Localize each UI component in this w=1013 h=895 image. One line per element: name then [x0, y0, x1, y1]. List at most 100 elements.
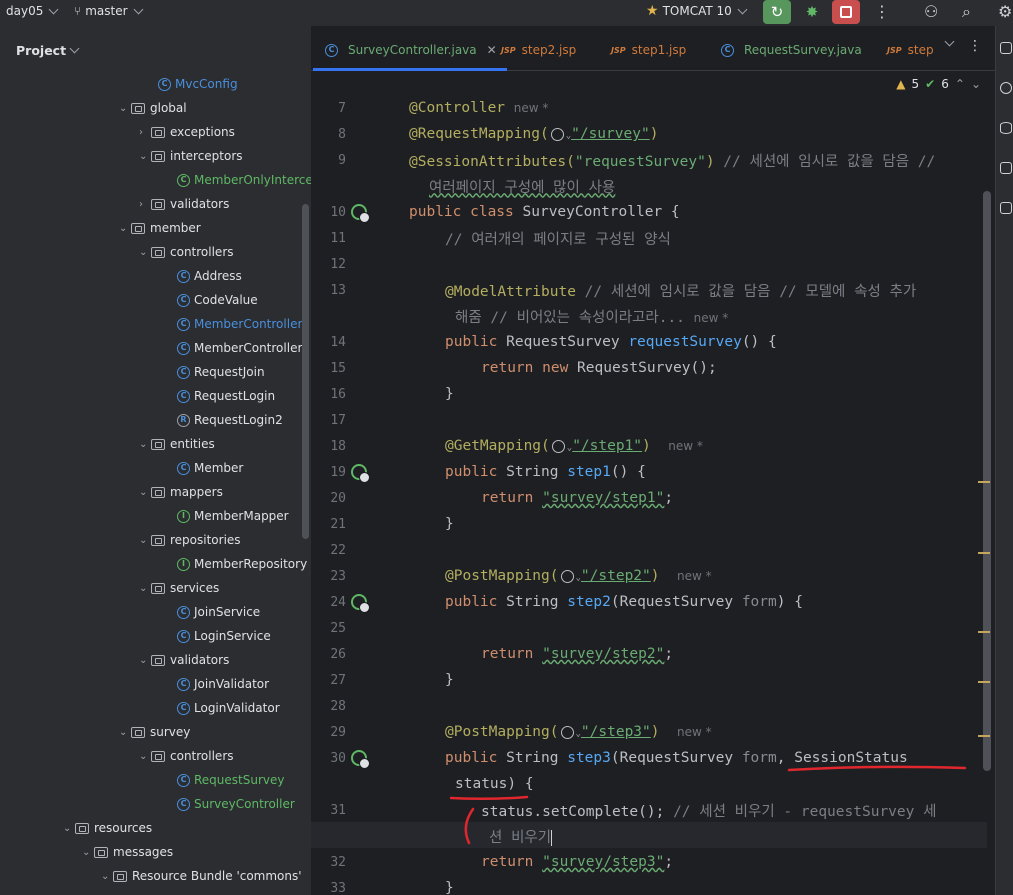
- tree-item[interactable]: C RequestLogin: [177, 384, 275, 408]
- chevron-down-icon[interactable]: ⌄: [139, 655, 151, 666]
- chevron-down-icon[interactable]: ⌄: [139, 439, 151, 450]
- chevron-right-icon[interactable]: ›: [139, 127, 151, 138]
- project-scrollbar[interactable]: [302, 204, 309, 539]
- tree-item[interactable]: ⌄ messages: [82, 840, 173, 864]
- tree-item[interactable]: ⌄ entities: [139, 432, 215, 456]
- tree-item[interactable]: ⌄ repositories: [139, 528, 241, 552]
- tab-step2[interactable]: JSP step2.jsp: [501, 39, 576, 61]
- line-number: 7: [338, 100, 346, 116]
- warning-stripe[interactable]: [978, 552, 990, 554]
- chevron-down-icon[interactable]: ⌄: [139, 751, 151, 762]
- code-editor[interactable]: ▲ 5 ✔ 6 ⌃ ⌄ 7 @Controller new * 8 @Request…: [311, 71, 995, 895]
- search-icon[interactable]: ⌕: [962, 2, 971, 22]
- tree-item[interactable]: C JoinService: [177, 600, 260, 624]
- tree-item[interactable]: ⌄ validators: [139, 648, 229, 672]
- chevron-down-icon[interactable]: ⌄: [63, 823, 75, 834]
- endpoint-gutter-icon[interactable]: [351, 464, 370, 483]
- chevron-down-icon[interactable]: ⌄: [971, 77, 981, 91]
- tree-item[interactable]: ⌄ global: [119, 96, 187, 120]
- gradle-icon[interactable]: [1000, 82, 1012, 94]
- tree-item[interactable]: ⌄ controllers: [139, 240, 234, 264]
- tree-item[interactable]: C MemberOnlyIntercept: [177, 168, 311, 192]
- tree-item[interactable]: I MemberRepository: [177, 552, 307, 576]
- tree-item[interactable]: C MemberController2: [177, 336, 310, 360]
- spring-bean-gutter-icon[interactable]: [351, 204, 370, 223]
- chevron-down-icon[interactable]: ⌄: [139, 151, 151, 162]
- endpoint-gutter-icon[interactable]: [351, 750, 370, 769]
- warning-stripe[interactable]: [978, 735, 990, 737]
- tree-item[interactable]: C CodeValue: [177, 288, 258, 312]
- notifications-icon[interactable]: [1000, 42, 1012, 54]
- tree-item[interactable]: ⌄ member: [119, 216, 201, 240]
- debug-button[interactable]: ✸: [798, 0, 826, 24]
- codevision-hint[interactable]: new *: [677, 569, 712, 583]
- codevision-hint[interactable]: new *: [677, 725, 712, 739]
- chevron-up-icon[interactable]: ⌃: [955, 77, 965, 91]
- run-config-selector[interactable]: ★ TOMCAT 10: [646, 3, 748, 19]
- chevron-down-icon[interactable]: ⌄: [139, 583, 151, 594]
- settings-icon[interactable]: ⚙: [998, 2, 1012, 21]
- tab-step3[interactable]: JSP step: [887, 39, 934, 61]
- more-tabs-icon[interactable]: ⋮: [968, 38, 982, 54]
- tree-item[interactable]: ⌄ services: [139, 576, 219, 600]
- codevision-hint[interactable]: new *: [514, 101, 549, 115]
- chevron-down-icon[interactable]: ⌄: [119, 223, 131, 234]
- code-token: String: [506, 464, 568, 480]
- add-user-icon[interactable]: ⚇: [924, 2, 938, 21]
- tree-item[interactable]: I MemberMapper: [177, 504, 289, 528]
- tree-item[interactable]: C SurveyController: [177, 792, 295, 816]
- tree-item[interactable]: C RequestJoin: [177, 360, 265, 384]
- stop-button[interactable]: [832, 0, 860, 24]
- tree-item[interactable]: C MvcConfig: [158, 72, 238, 96]
- chevron-down-icon[interactable]: ⌄: [119, 727, 131, 738]
- endpoints-icon[interactable]: [1000, 162, 1012, 174]
- tree-item[interactable]: C RequestSurvey: [177, 768, 285, 792]
- tree-item[interactable]: C MemberController: [177, 312, 302, 336]
- tree-item[interactable]: R RequestLogin2: [177, 408, 283, 432]
- chevron-down-icon[interactable]: ⌄: [139, 535, 151, 546]
- tree-item-label: controllers: [170, 749, 234, 763]
- chevron-down-icon[interactable]: ⌄: [101, 871, 113, 882]
- tree-item[interactable]: ⌄ mappers: [139, 480, 223, 504]
- tree-item[interactable]: C JoinValidator: [177, 672, 269, 696]
- tree-item-label: MemberMapper: [194, 509, 289, 523]
- inspection-widget[interactable]: ▲ 5 ✔ 6 ⌃ ⌄: [896, 77, 981, 91]
- tree-item[interactable]: ⌄ survey: [119, 720, 190, 744]
- warning-stripe[interactable]: [978, 631, 990, 633]
- tree-item[interactable]: ⌄ controllers: [139, 744, 234, 768]
- endpoint-gutter-icon[interactable]: [351, 594, 370, 613]
- tabs-dropdown-icon[interactable]: [944, 36, 955, 47]
- tab-step1[interactable]: JSP step1.jsp: [611, 39, 686, 61]
- tree-item[interactable]: C Address: [177, 264, 242, 288]
- database-icon[interactable]: [1000, 122, 1012, 134]
- chevron-down-icon[interactable]: ⌄: [119, 103, 131, 114]
- tree-item[interactable]: ⌄ interceptors: [139, 144, 243, 168]
- tree-item[interactable]: C LoginService: [177, 624, 271, 648]
- tab-requestsurvey[interactable]: C RequestSurvey.java: [721, 39, 862, 61]
- branch-selector[interactable]: ⑂ master: [74, 4, 143, 18]
- class-icon: C: [177, 797, 190, 811]
- warning-stripe[interactable]: [978, 481, 990, 483]
- tree-item[interactable]: C LoginValidator: [177, 696, 280, 720]
- chevron-down-icon[interactable]: ⌄: [82, 847, 94, 858]
- maven-icon[interactable]: [1000, 202, 1012, 214]
- project-panel-title[interactable]: Project: [16, 43, 80, 58]
- tree-item[interactable]: C Member: [177, 456, 243, 480]
- codevision-hint[interactable]: new *: [694, 311, 729, 325]
- tree-item[interactable]: › exceptions: [139, 120, 235, 144]
- chevron-down-icon[interactable]: ⌄: [139, 247, 151, 258]
- tree-item[interactable]: › validators: [139, 192, 229, 216]
- tree-item[interactable]: ⌄ resources: [63, 816, 152, 840]
- close-icon[interactable]: ✕: [487, 43, 497, 57]
- warning-stripe[interactable]: [978, 681, 990, 683]
- tree-item[interactable]: ⌄ Resource Bundle 'commons': [101, 864, 302, 888]
- chevron-down-icon[interactable]: ⌄: [139, 487, 151, 498]
- project-selector[interactable]: day05: [6, 4, 59, 18]
- code-line: 해줌 // 비어있는 속성이라고라... new *: [311, 303, 995, 329]
- rerun-button[interactable]: ↻: [763, 0, 791, 24]
- tree-item-label: exceptions: [170, 125, 235, 139]
- codevision-hint[interactable]: new *: [668, 439, 703, 453]
- chevron-right-icon[interactable]: ›: [139, 199, 151, 210]
- more-actions-icon[interactable]: ⋮: [874, 2, 890, 21]
- tab-surveycontroller[interactable]: C SurveyController.java ✕: [313, 39, 507, 71]
